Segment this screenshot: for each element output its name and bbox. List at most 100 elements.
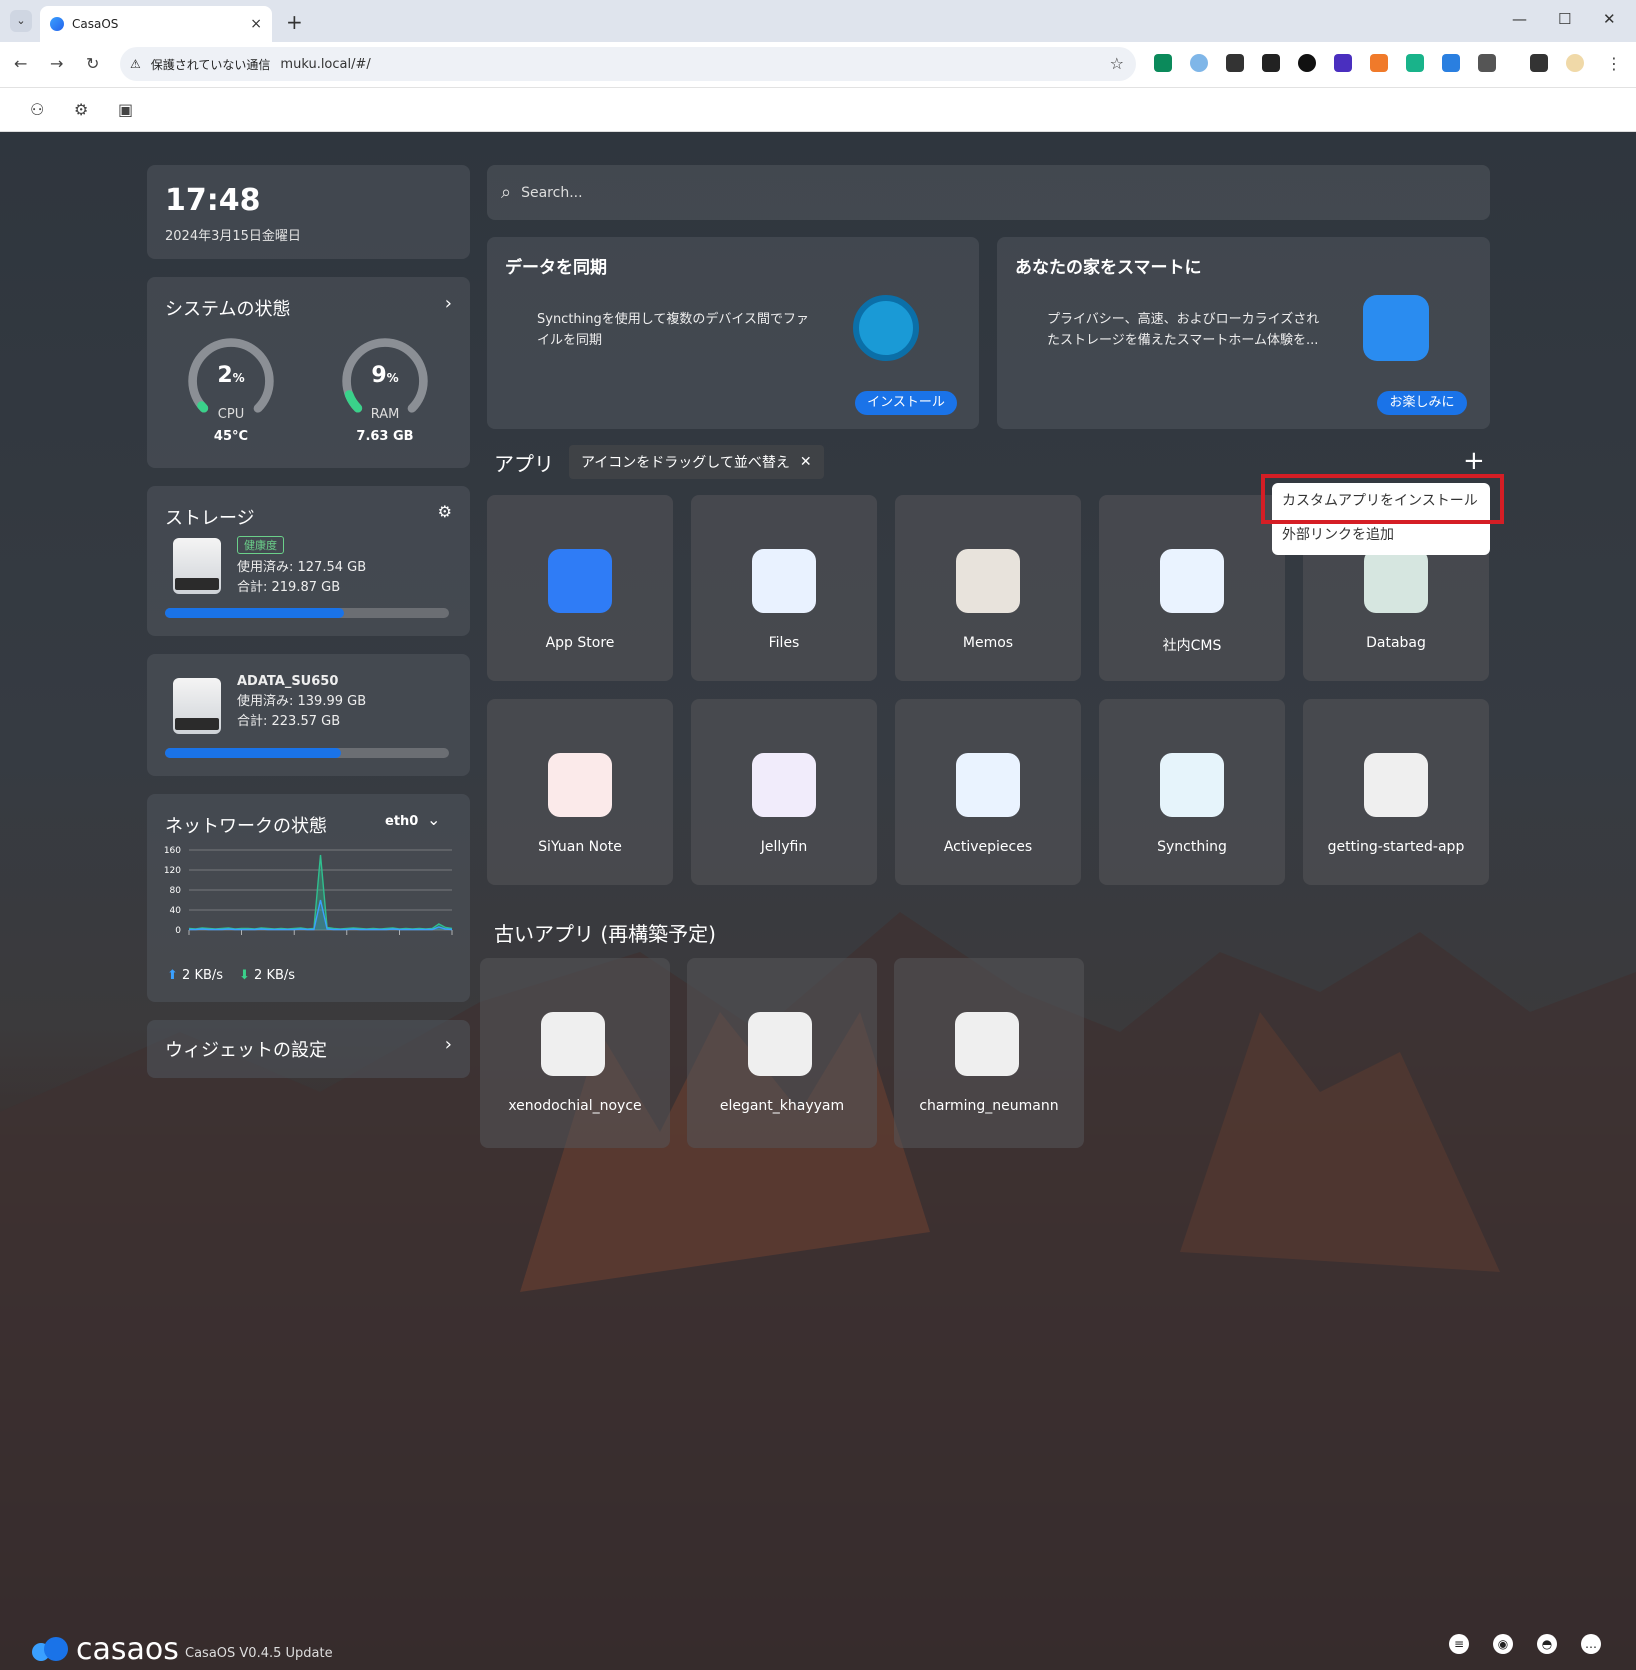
legacy-app-label: elegant_khayyam	[719, 1098, 845, 1114]
legacy-section-title: 古いアプリ (再構築予定)	[494, 922, 716, 946]
promo-text-line1: プライバシー、高速、およびローカライズされ	[1047, 312, 1320, 327]
add-app-plus-icon[interactable]: +	[1463, 446, 1485, 476]
usb-disk-total: 合計: 223.57 GB	[237, 714, 341, 729]
install-button[interactable]: インストール	[855, 391, 957, 415]
storage-settings-gear-icon[interactable]: ⚙	[438, 502, 452, 521]
download-arrow-icon: ⬇	[239, 968, 250, 983]
cpu-temperature: 45°C	[213, 429, 249, 444]
browser-menu-icon[interactable]: ⋮	[1606, 54, 1622, 73]
siyuan-icon	[548, 753, 612, 817]
smart-home-icon	[1363, 295, 1429, 361]
drag-hint: アイコンをドラッグして並べ替え ✕	[569, 445, 824, 479]
interface-select[interactable]: eth0	[385, 814, 418, 829]
reload-icon[interactable]: ↻	[86, 54, 99, 73]
extension-green-icon[interactable]	[1406, 54, 1424, 72]
app-label: App Store	[545, 635, 615, 651]
usb-storage-widget: ADATA_SU650 使用済み: 139.99 GB 合計: 223.57 G…	[147, 654, 470, 776]
casaos-top-bar: ⚇ ⚙ ▣	[0, 88, 1636, 132]
extension-block-icon[interactable]	[1298, 54, 1316, 72]
url-text[interactable]: muku.local/#/	[280, 57, 370, 72]
extension-qr-icon[interactable]	[1262, 54, 1280, 72]
legacy-app-tile[interactable]: xenodochial_noyce	[480, 958, 670, 1148]
promo-text-line1: Syncthingを使用して複数のデバイス間でファ	[537, 312, 809, 327]
tab-search-icon[interactable]: ⌄	[10, 10, 32, 32]
browser-tab[interactable]: CasaOS ×	[40, 6, 272, 42]
back-icon[interactable]: ←	[14, 54, 27, 73]
minimize-icon[interactable]: —	[1512, 10, 1527, 28]
usb-usage-bar	[165, 748, 449, 758]
app-store-icon	[548, 549, 612, 613]
app-tile[interactable]: 社内CMS	[1099, 495, 1285, 681]
add-external-link-menu-item[interactable]: 外部リンクを追加	[1282, 520, 1394, 550]
app-tile[interactable]: Files	[691, 495, 877, 681]
profile-avatar-icon[interactable]	[1566, 54, 1584, 72]
legacy-app-tile[interactable]: charming_neumann	[894, 958, 1084, 1148]
chevron-down-icon[interactable]: ⌄	[427, 810, 440, 829]
cube-icon	[956, 753, 1020, 817]
gray-cube-icon	[955, 1012, 1019, 1076]
disk-total: 合計: 219.87 GB	[237, 580, 341, 595]
app-tile[interactable]: Memos	[895, 495, 1081, 681]
feedback-icon[interactable]: ≡	[1449, 1634, 1469, 1654]
y-tick-label: 120	[164, 866, 181, 876]
close-window-icon[interactable]: ✕	[1603, 10, 1616, 28]
widget-settings-button[interactable]: ウィジェットの設定 ›	[147, 1020, 470, 1078]
discord-icon[interactable]: ◉	[1493, 1634, 1513, 1654]
address-bar[interactable]: ⚠ 保護されていない通信 muku.local/#/ ☆	[120, 47, 1136, 81]
extension-monitor-icon[interactable]	[1442, 54, 1460, 72]
chat-icon[interactable]: …	[1581, 1634, 1601, 1654]
chevron-right-icon[interactable]: ›	[445, 293, 452, 314]
clock-date: 2024年3月15日金曜日	[165, 229, 301, 244]
promo-text-line2: イルを同期	[537, 333, 603, 348]
forward-icon[interactable]: →	[50, 54, 63, 73]
clock-widget: 17:48 2024年3月15日金曜日	[147, 165, 470, 259]
app-tile[interactable]: Syncthing	[1099, 699, 1285, 885]
browser-tab-strip: ⌄ CasaOS × + — ☐ ✕	[0, 0, 1636, 42]
settings-sliders-icon[interactable]: ⚙	[74, 100, 88, 119]
y-tick-label: 80	[170, 886, 182, 896]
network-chart: 160 120 80 40 0	[164, 846, 453, 936]
app-label: 社内CMS	[1162, 638, 1222, 654]
casaos-logo: casaos	[32, 1632, 179, 1667]
hint-close-icon[interactable]: ✕	[800, 454, 812, 470]
cpu-label: CPU	[217, 407, 245, 422]
version-text[interactable]: CasaOS V0.4.5 Update	[185, 1646, 333, 1661]
app-label: Databag	[1366, 635, 1426, 651]
upload-speed: ⬆ 2 KB/s	[167, 968, 224, 983]
promo-title: データを同期	[505, 258, 607, 278]
syncthing-icon	[1160, 753, 1224, 817]
extension-fox-icon[interactable]	[1370, 54, 1388, 72]
app-tile[interactable]: getting-started-app	[1303, 699, 1489, 885]
coming-soon-button[interactable]: お楽しみに	[1377, 391, 1467, 415]
github-icon[interactable]: ◓	[1537, 1634, 1557, 1654]
extension-v-icon[interactable]	[1154, 54, 1172, 72]
app-tile[interactable]: SiYuan Note	[487, 699, 673, 885]
disk-usage-bar	[165, 608, 449, 618]
terminal-icon[interactable]: ▣	[118, 100, 133, 119]
app-tile[interactable]: App Store	[487, 495, 673, 681]
extension-circle-icon[interactable]	[1190, 54, 1208, 72]
maximize-icon[interactable]: ☐	[1558, 10, 1571, 28]
tab-title: CasaOS	[72, 17, 119, 31]
side-panel-icon[interactable]	[1530, 54, 1548, 72]
search-bar[interactable]: ⌕ Search...	[487, 165, 1490, 220]
bookmark-star-icon[interactable]: ☆	[1110, 54, 1124, 73]
account-icon[interactable]: ⚇	[30, 100, 44, 119]
search-input[interactable]: Search...	[521, 185, 582, 201]
app-tile[interactable]: Activepieces	[895, 699, 1081, 885]
databag-icon	[1364, 549, 1428, 613]
tab-close-icon[interactable]: ×	[250, 16, 262, 32]
app-tile[interactable]: Jellyfin	[691, 699, 877, 885]
extensions-puzzle-icon[interactable]	[1478, 54, 1496, 72]
security-label[interactable]: 保護されていない通信	[151, 56, 271, 73]
storage-title: ストレージ	[165, 508, 255, 529]
y-tick-label: 40	[170, 906, 182, 916]
extension-badge-icon[interactable]	[1334, 54, 1352, 72]
highlight-box	[1261, 474, 1504, 524]
extension-dropper-icon[interactable]	[1226, 54, 1244, 72]
widget-settings-label: ウィジェットの設定	[165, 1040, 327, 1061]
new-tab-icon[interactable]: +	[286, 10, 303, 34]
legacy-app-tile[interactable]: elegant_khayyam	[687, 958, 877, 1148]
usb-disk-name: ADATA_SU650	[237, 674, 339, 689]
syncthing-icon	[853, 295, 919, 361]
